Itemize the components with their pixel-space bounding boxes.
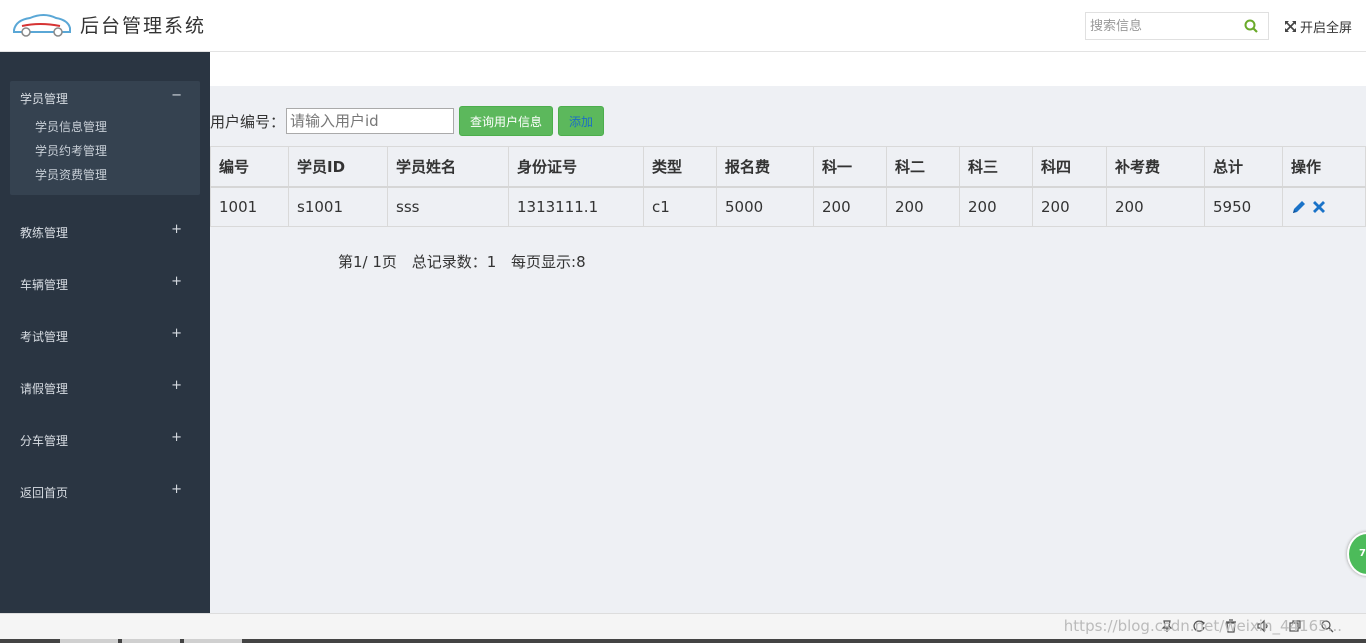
add-button[interactable]: 添加 [558, 106, 605, 136]
expand-plus-icon[interactable]: + [171, 326, 182, 341]
expand-plus-icon[interactable]: + [171, 274, 182, 289]
sidebar-item-label: 车辆管理 [20, 278, 69, 292]
sidebar-item-exam[interactable]: 考试管理 + [20, 326, 190, 346]
sidebar-item-label: 学员管理 [20, 92, 69, 106]
sidebar-item-coach[interactable]: 教练管理 + [20, 222, 190, 242]
sidebar-item-label: 返回首页 [20, 486, 69, 500]
table-row: 1001 s1001 sss 1313111.1 c1 5000 200 200… [210, 186, 1366, 227]
taskbar-tab[interactable] [184, 639, 242, 643]
column-header: 科四 [1032, 146, 1107, 188]
car-logo-icon [13, 14, 71, 37]
sidebar-item-label: 教练管理 [20, 226, 69, 240]
expand-plus-icon[interactable]: + [171, 482, 182, 497]
column-header: 补考费 [1106, 146, 1205, 188]
user-id-input[interactable] [286, 108, 455, 134]
sidebar-subitem-student-exam[interactable]: 学员约考管理 [35, 142, 107, 159]
query-user-button[interactable]: 查询用户信息 [459, 106, 554, 136]
table-cell: 200 [813, 186, 887, 227]
taskbar-tab[interactable] [122, 639, 180, 643]
table-header-row: 编号 学员ID 学员姓名 身份证号 类型 报名费 科一 科二 科三 科四 补考费… [210, 146, 1366, 188]
column-header: 科二 [886, 146, 960, 188]
column-header: 类型 [643, 146, 717, 188]
content-top-strip [210, 52, 1366, 86]
column-header: 操作 [1282, 146, 1366, 188]
table-cell: 5000 [716, 186, 814, 227]
main-content: 用户编号： 查询用户信息 添加 编号 学员ID 学员姓名 身份证号 类型 报名费… [210, 86, 1366, 613]
search-icon[interactable] [1244, 19, 1258, 33]
sidebar: 学员管理 − 学员信息管理 学员约考管理 学员资费管理 教练管理 + 车辆管理 … [0, 52, 210, 613]
sidebar-item-label: 分车管理 [20, 434, 69, 448]
sidebar-item-car-assign[interactable]: 分车管理 + [20, 430, 190, 450]
sidebar-item-vehicle[interactable]: 车辆管理 + [20, 274, 190, 294]
search-input[interactable] [1086, 13, 1236, 39]
column-header: 科三 [959, 146, 1033, 188]
table-cell: s1001 [288, 186, 388, 227]
query-toolbar: 用户编号： 查询用户信息 添加 [210, 106, 605, 136]
column-header: 报名费 [716, 146, 814, 188]
sidebar-subitem-student-info[interactable]: 学员信息管理 [35, 118, 107, 135]
top-header: 后台管理系统 开启全屏 [0, 0, 1366, 52]
table-cell: 1001 [210, 186, 289, 227]
taskbar-tab[interactable] [60, 639, 118, 643]
column-header: 科一 [813, 146, 887, 188]
collapse-icon[interactable]: − [171, 88, 182, 103]
page-indicator: 第1/ 1页 [338, 253, 397, 271]
table-cell: 1313111.1 [508, 186, 644, 227]
page-size: 每页显示:8 [511, 253, 586, 271]
edit-pencil-icon[interactable] [1291, 199, 1307, 215]
expand-plus-icon[interactable]: + [171, 222, 182, 237]
bottom-bar: https://blog.csdn.net/weixin_44165... [0, 613, 1366, 643]
delete-x-icon[interactable] [1311, 199, 1327, 215]
table-cell: 200 [1032, 186, 1107, 227]
sidebar-item-leave[interactable]: 请假管理 + [20, 378, 190, 398]
app-title: 后台管理系统 [80, 15, 207, 37]
sidebar-subitem-student-fees[interactable]: 学员资费管理 [35, 166, 107, 183]
sidebar-item-label: 考试管理 [20, 330, 69, 344]
column-header: 学员姓名 [387, 146, 509, 188]
user-id-label: 用户编号： [210, 112, 286, 131]
sidebar-item-student-management[interactable]: 学员管理 − [20, 88, 190, 108]
table-cell: sss [387, 186, 509, 227]
sidebar-item-home[interactable]: 返回首页 + [20, 482, 190, 502]
sidebar-item-label: 请假管理 [20, 382, 69, 396]
expand-icon [1285, 21, 1296, 32]
table-cell-actions [1282, 186, 1366, 227]
table-cell: c1 [643, 186, 717, 227]
student-fee-table: 编号 学员ID 学员姓名 身份证号 类型 报名费 科一 科二 科三 科四 补考费… [210, 146, 1366, 227]
watermark-url: https://blog.csdn.net/weixin_44165... [1063, 617, 1342, 635]
expand-plus-icon[interactable]: + [171, 430, 182, 445]
column-header: 总计 [1204, 146, 1283, 188]
column-header: 编号 [210, 146, 289, 188]
fullscreen-label: 开启全屏 [1300, 21, 1353, 36]
search-box [1085, 12, 1269, 40]
table-cell: 200 [959, 186, 1033, 227]
pagination-info: 第1/ 1页 总记录数：1 每页显示:8 [338, 251, 596, 272]
table-cell: 200 [1106, 186, 1205, 227]
expand-plus-icon[interactable]: + [171, 378, 182, 393]
table-cell: 5950 [1204, 186, 1283, 227]
total-records: 总记录数：1 [411, 253, 497, 271]
table-cell: 200 [886, 186, 960, 227]
column-header: 身份证号 [508, 146, 644, 188]
column-header: 学员ID [288, 146, 388, 188]
fullscreen-button[interactable]: 开启全屏 [1284, 17, 1352, 36]
